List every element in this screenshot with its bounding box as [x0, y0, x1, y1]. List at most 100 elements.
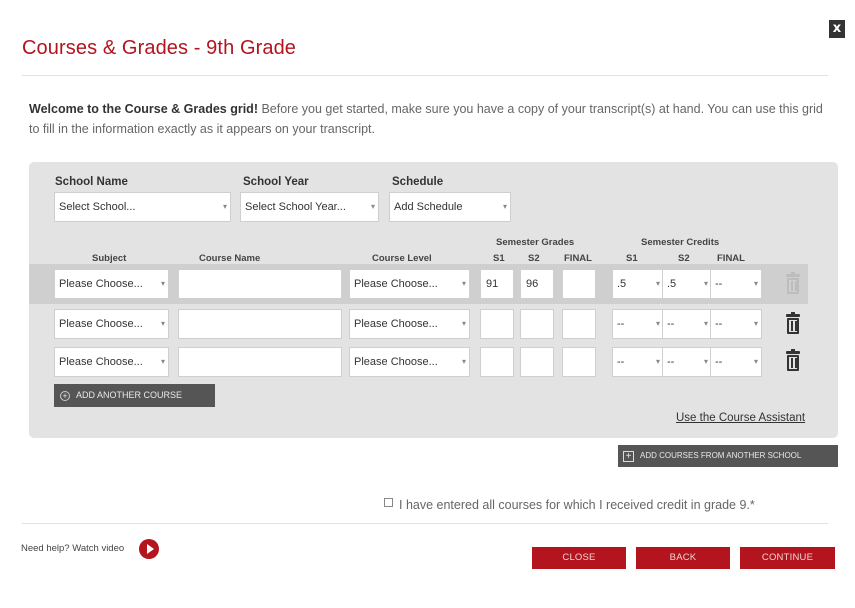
- header-course-name: Course Name: [199, 253, 261, 264]
- chevron-down-icon: ▾: [703, 279, 708, 288]
- chevron-down-icon: ▾: [160, 319, 165, 328]
- course-level-value: Please Choose...: [354, 356, 438, 368]
- add-school-label: ADD COURSES FROM ANOTHER SCHOOL: [640, 451, 802, 460]
- header-semester-credits: Semester Credits: [641, 237, 720, 248]
- chevron-down-icon: ▾: [502, 202, 507, 211]
- chevron-down-icon: ▾: [461, 357, 466, 366]
- subject-select[interactable]: Please Choose... ▾: [54, 347, 169, 377]
- chevron-down-icon: ▾: [753, 357, 758, 366]
- header-semester-grades: Semester Grades: [496, 237, 575, 248]
- header-grade-s1: S1: [493, 253, 505, 264]
- chevron-down-icon: ▾: [753, 319, 758, 328]
- course-level-value: Please Choose...: [354, 278, 438, 290]
- grade-s2-input[interactable]: [520, 347, 554, 377]
- course-level-value: Please Choose...: [354, 318, 438, 330]
- subject-value: Please Choose...: [59, 278, 143, 290]
- help-text: Need help? Watch video: [21, 543, 125, 554]
- trash-icon[interactable]: [786, 349, 800, 372]
- credit-s1-value: --: [617, 356, 625, 368]
- credit-final-value: --: [715, 356, 723, 368]
- credit-final-select[interactable]: -- ▾: [710, 309, 762, 339]
- course-name-input[interactable]: [178, 347, 342, 377]
- confirm-row: I have entered all courses for which I r…: [384, 498, 755, 512]
- course-name-input[interactable]: [178, 269, 342, 299]
- grade-final-input[interactable]: [562, 309, 596, 339]
- schedule-select[interactable]: Add Schedule ▾: [389, 192, 511, 222]
- chevron-down-icon: ▾: [703, 357, 708, 366]
- continue-button[interactable]: CONTINUE: [740, 547, 835, 569]
- chevron-down-icon: ▾: [753, 279, 758, 288]
- school-year-value: Select School Year...: [245, 201, 346, 213]
- school-name-select[interactable]: Select School... ▾: [54, 192, 231, 222]
- school-name-value: Select School...: [59, 201, 136, 213]
- header-grade-s2: S2: [528, 253, 540, 264]
- grade-s2-input[interactable]: [520, 309, 554, 339]
- credit-final-value: --: [715, 278, 723, 290]
- credit-s1-value: .5: [617, 278, 627, 290]
- add-course-button[interactable]: + ADD ANOTHER COURSE: [54, 384, 215, 407]
- chevron-down-icon: ▾: [703, 319, 708, 328]
- trash-icon: [786, 272, 800, 295]
- school-year-select[interactable]: Select School Year... ▾: [240, 192, 379, 222]
- credit-final-value: --: [715, 318, 723, 330]
- course-name-input[interactable]: [178, 309, 342, 339]
- close-icon[interactable]: x: [829, 20, 845, 38]
- grade-s2-input[interactable]: 96: [520, 269, 554, 299]
- credit-s1-select[interactable]: -- ▾: [612, 347, 664, 377]
- header-grade-final: FINAL: [564, 253, 592, 264]
- course-level-select[interactable]: Please Choose... ▾: [349, 309, 470, 339]
- header-subject: Subject: [92, 253, 127, 264]
- grade-s1-input[interactable]: [480, 309, 514, 339]
- school-name-label: School Name: [55, 176, 128, 188]
- credit-s1-value: --: [617, 318, 625, 330]
- credit-final-select[interactable]: -- ▾: [710, 269, 762, 299]
- credit-s2-value: --: [667, 318, 675, 330]
- confirm-checkbox[interactable]: [384, 498, 393, 507]
- credit-s1-select[interactable]: -- ▾: [612, 309, 664, 339]
- chevron-down-icon: ▾: [461, 279, 466, 288]
- title-divider: [22, 75, 828, 76]
- grade-s1-input[interactable]: 91: [480, 269, 514, 299]
- grade-final-input[interactable]: [562, 347, 596, 377]
- school-year-label: School Year: [243, 176, 309, 188]
- credit-s2-value: --: [667, 356, 675, 368]
- trash-icon[interactable]: [786, 312, 800, 335]
- page-title: Courses & Grades - 9th Grade: [22, 37, 297, 59]
- play-icon[interactable]: [139, 539, 159, 559]
- subject-value: Please Choose...: [59, 318, 143, 330]
- grade-s1-input[interactable]: [480, 347, 514, 377]
- header-course-level: Course Level: [372, 253, 432, 264]
- back-button[interactable]: BACK: [636, 547, 730, 569]
- course-level-select[interactable]: Please Choose... ▾: [349, 269, 470, 299]
- schedule-value: Add Schedule: [394, 201, 463, 213]
- confirm-label: I have entered all courses for which I r…: [399, 498, 755, 512]
- grade-final-input[interactable]: [562, 269, 596, 299]
- schedule-label: Schedule: [392, 176, 444, 188]
- credit-s2-select[interactable]: -- ▾: [662, 309, 712, 339]
- credit-s2-select[interactable]: -- ▾: [662, 347, 712, 377]
- plus-circle-icon: +: [60, 391, 70, 401]
- credit-s2-value: .5: [667, 278, 677, 290]
- chevron-down-icon: ▾: [160, 357, 165, 366]
- close-button[interactable]: CLOSE: [532, 547, 626, 569]
- header-credit-s2: S2: [678, 253, 690, 264]
- intro-heading: Welcome to the Course & Grades grid!: [29, 102, 258, 116]
- subject-select[interactable]: Please Choose... ▾: [54, 269, 169, 299]
- footer-divider: [22, 523, 828, 524]
- add-school-button[interactable]: + ADD COURSES FROM ANOTHER SCHOOL: [618, 445, 838, 467]
- credit-s2-select[interactable]: .5 ▾: [662, 269, 712, 299]
- intro-text: Welcome to the Course & Grades grid! Bef…: [29, 99, 829, 139]
- credit-final-select[interactable]: -- ▾: [710, 347, 762, 377]
- subject-value: Please Choose...: [59, 356, 143, 368]
- chevron-down-icon: ▾: [160, 279, 165, 288]
- subject-select[interactable]: Please Choose... ▾: [54, 309, 169, 339]
- header-credit-final: FINAL: [717, 253, 745, 264]
- course-assistant-link[interactable]: Use the Course Assistant: [676, 412, 805, 424]
- add-course-label: ADD ANOTHER COURSE: [76, 390, 183, 400]
- header-credit-s1: S1: [626, 253, 638, 264]
- chevron-down-icon: ▾: [461, 319, 466, 328]
- credit-s1-select[interactable]: .5 ▾: [612, 269, 664, 299]
- chevron-down-icon: ▾: [655, 279, 660, 288]
- course-level-select[interactable]: Please Choose... ▾: [349, 347, 470, 377]
- plus-square-icon: +: [623, 451, 634, 462]
